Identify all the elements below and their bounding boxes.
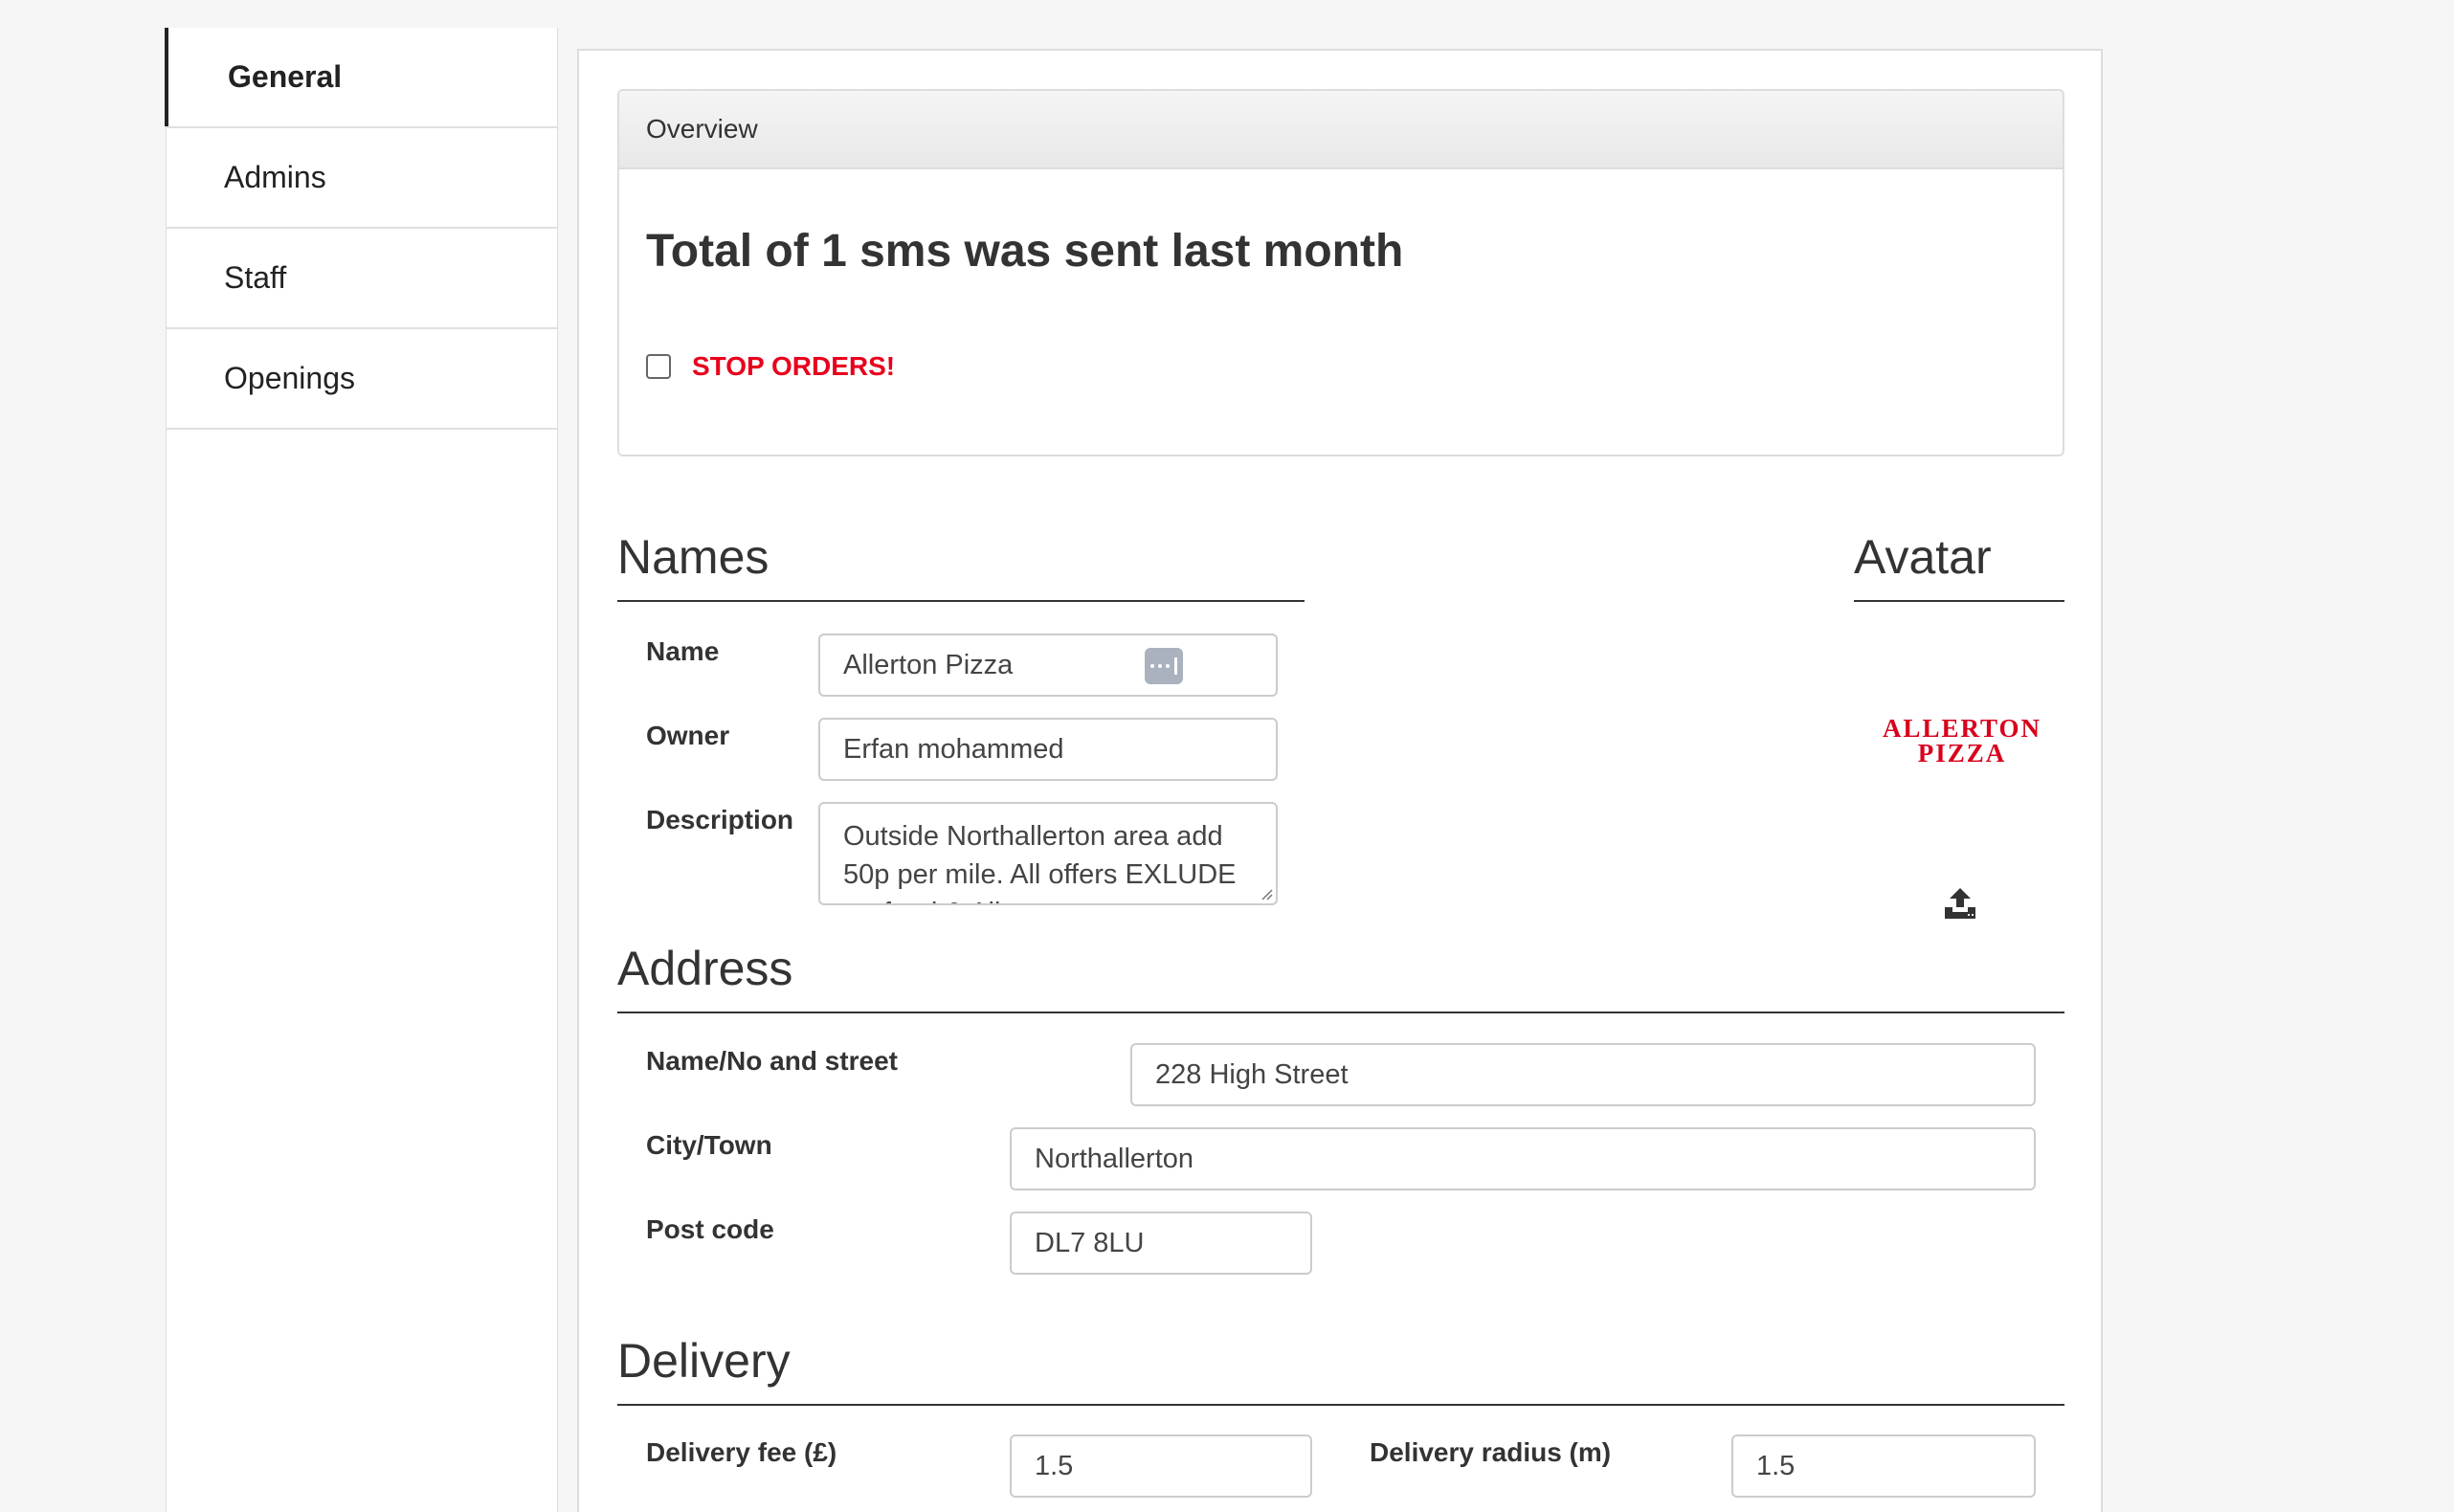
sidebar-item-label: Admins [224,160,326,194]
postcode-input[interactable]: DL7 8LU [1010,1212,1312,1275]
postcode-label: Post code [646,1214,774,1244]
sidebar-item-general[interactable]: General [165,28,557,128]
name-label: Name [646,636,720,666]
sms-summary-title: Total of 1 sms was sent last month [646,226,1404,277]
street-input[interactable]: 228 High Street [1130,1043,2036,1106]
owner-value: Erfan mohammed [843,733,1064,765]
delivery-radius-input[interactable]: 1.5 [1731,1434,2036,1498]
sidebar-item-label: Staff [224,260,287,295]
avatar-logo: ALLERTON PIZZA [1862,714,2063,767]
street-label: Name/No and street [646,1046,898,1076]
city-label: City/Town [646,1130,772,1160]
name-input[interactable]: Allerton Pizza [818,634,1278,697]
sidebar-item-label: Openings [224,361,355,395]
owner-label: Owner [646,721,730,750]
stop-orders-checkbox[interactable] [646,354,671,379]
settings-page: General Admins Staff Openings Overview T… [0,0,2454,1512]
delivery-fee-input[interactable]: 1.5 [1010,1434,1312,1498]
sidebar-item-openings[interactable]: Openings [167,329,557,430]
description-textarea[interactable]: Outside Northallerton area add 50p per m… [818,802,1278,905]
description-label: Description [646,805,794,834]
address-heading: Address [617,935,2064,1013]
owner-input[interactable]: Erfan mohammed [818,718,1278,781]
name-value: Allerton Pizza [843,649,1014,680]
sidebar-item-admins[interactable]: Admins [167,128,557,229]
logo-line-2: PIZZA [1917,739,2007,767]
password-manager-icon[interactable] [1145,648,1183,684]
resize-handle-icon[interactable] [1260,887,1273,901]
delivery-fee-label: Delivery fee (£) [646,1437,837,1467]
overview-header: Overview [619,91,2063,169]
delivery-radius-label: Delivery radius (m) [1370,1437,1612,1467]
logo-line-1: ALLERTON [1882,714,2042,743]
main-panel: Overview Total of 1 sms was sent last mo… [577,49,2103,1512]
delivery-heading: Delivery [617,1327,2064,1406]
avatar-heading: Avatar [1854,523,2064,602]
overview-panel: Overview Total of 1 sms was sent last mo… [617,89,2064,456]
sidebar-item-staff[interactable]: Staff [167,229,557,329]
description-value: Outside Northallerton area add 50p per m… [843,821,1237,903]
street-value: 228 High Street [1155,1058,1349,1090]
upload-icon[interactable] [1941,886,1979,921]
stop-orders-row: STOP ORDERS! [646,351,895,382]
stop-orders-label[interactable]: STOP ORDERS! [692,351,895,382]
names-heading: Names [617,523,1305,602]
delivery-radius-value: 1.5 [1756,1450,1796,1481]
city-value: Northallerton [1035,1143,1194,1174]
city-input[interactable]: Northallerton [1010,1127,2036,1190]
postcode-value: DL7 8LU [1035,1227,1145,1258]
sidebar: General Admins Staff Openings [165,28,558,1512]
delivery-fee-value: 1.5 [1035,1450,1074,1481]
sidebar-item-label: General [228,59,343,94]
